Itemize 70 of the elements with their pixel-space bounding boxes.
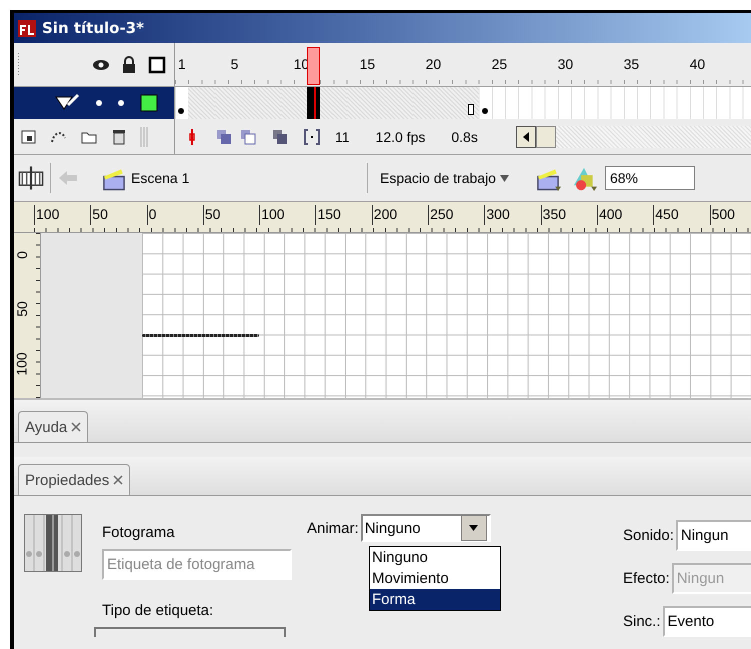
unlocked-dot-icon	[118, 100, 124, 106]
tween-end-frame[interactable]	[465, 87, 479, 119]
scroll-thumb[interactable]	[536, 126, 556, 148]
help-tab[interactable]: Ayuda	[18, 411, 88, 442]
timeline-toggle-icon[interactable]	[18, 165, 44, 191]
current-frame: 11	[335, 128, 350, 144]
ruler-label: 500	[710, 205, 751, 225]
sound-select[interactable]: Ningun	[676, 520, 751, 551]
ruler-label: 0	[146, 205, 203, 225]
ruler-label: 400	[596, 205, 654, 225]
panel-heading: Fotograma	[102, 523, 176, 541]
ruler-label: 100	[259, 205, 316, 225]
frame-number: 40	[690, 56, 706, 72]
frame-number: 15	[360, 56, 376, 72]
close-icon[interactable]	[71, 422, 82, 432]
frame-number: 5	[230, 56, 238, 72]
tween-select[interactable]: Ninguno	[360, 514, 491, 542]
window-title: Sin título-3*	[42, 19, 144, 37]
horizontal-scrollbar[interactable]	[516, 126, 751, 148]
ruler-label: 300	[484, 205, 541, 225]
selected-keyframe[interactable]	[307, 87, 320, 119]
frame-number: 25	[492, 56, 508, 72]
ruler-label: 0	[14, 251, 30, 259]
tween-option[interactable]: Forma	[370, 589, 500, 610]
ruler-label: 250	[428, 205, 484, 225]
frame-number: 1	[178, 56, 186, 72]
frame-icon	[24, 514, 82, 572]
outline-icon[interactable]	[148, 56, 166, 74]
ruler-label: 350	[540, 205, 597, 225]
workspace-menu[interactable]: Espacio de trabajo	[374, 170, 515, 186]
layer-color-icon	[140, 94, 158, 112]
ruler-label: 50	[14, 302, 30, 318]
frame-number: 30	[558, 56, 574, 72]
label-type-dropdown[interactable]	[94, 627, 286, 637]
frame-number: 20	[426, 56, 442, 72]
edit-frames-icon[interactable]	[271, 128, 289, 146]
ruler-label: 200	[372, 205, 428, 225]
elapsed-time: 0.8s	[451, 128, 478, 144]
frame-label-field[interactable]: Etiqueta de fotograma	[102, 549, 292, 580]
grip-icon	[140, 126, 148, 146]
ruler-label: 100	[34, 205, 90, 225]
ruler-label: 50	[202, 205, 260, 225]
caret-icon[interactable]	[500, 174, 509, 182]
field-label: Efecto:	[623, 570, 670, 587]
frame-number: 35	[624, 56, 640, 72]
grip-icon	[18, 52, 22, 76]
zoom-field[interactable]: 68%	[604, 166, 695, 190]
new-layer-icon[interactable]	[20, 128, 38, 146]
trash-icon[interactable]	[110, 128, 128, 146]
ruler-label: 50	[90, 205, 147, 225]
field-label: Sinc.:	[623, 613, 661, 630]
visible-dot-icon	[96, 100, 102, 106]
scene-name: Escena 1	[131, 170, 190, 186]
ruler-label: 450	[653, 205, 710, 225]
label-type-label: Tipo de etiqueta:	[102, 601, 214, 619]
onion-outline-icon[interactable]	[239, 128, 257, 146]
ruler-label: 100	[14, 352, 30, 376]
ruler-label: 150	[315, 205, 372, 225]
onion-skin-icon[interactable]	[215, 128, 233, 146]
dropdown-caret-icon[interactable]	[460, 515, 487, 541]
close-icon[interactable]	[113, 475, 124, 485]
field-label: Sonido:	[623, 527, 674, 544]
frame-rate: 12.0 fps	[376, 128, 426, 144]
lock-icon[interactable]	[120, 56, 138, 74]
tween-label: Animar:	[307, 520, 359, 536]
app-icon	[16, 17, 38, 39]
properties-tab[interactable]: Propiedades	[18, 464, 130, 495]
scroll-left-icon[interactable]	[516, 126, 536, 148]
sync-select[interactable]: Evento	[662, 606, 751, 637]
onion-markers-icon[interactable]	[303, 128, 321, 146]
